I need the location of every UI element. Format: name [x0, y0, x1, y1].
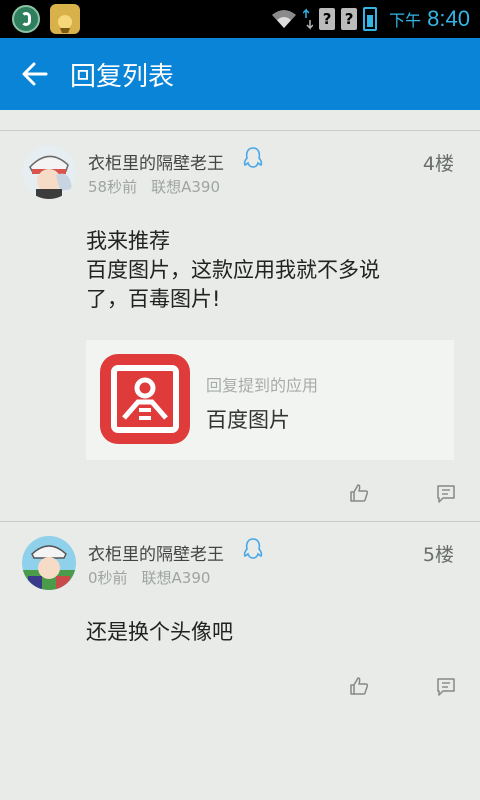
data-arrows-icon [303, 8, 314, 30]
avatar[interactable] [22, 536, 76, 590]
reply-content: 还是换个头像吧 [86, 618, 233, 647]
back-button[interactable] [0, 38, 70, 110]
reply-meta: 0秒前 联想A390 [88, 567, 210, 588]
qq-icon [243, 147, 263, 168]
comment-icon[interactable] [436, 484, 456, 504]
page-title: 回复列表 [70, 61, 175, 92]
arrow-left-icon [22, 62, 48, 86]
app-notification-icon [12, 5, 40, 33]
qq-icon [243, 538, 263, 559]
username[interactable]: 衣柜里的隔壁老王 [88, 149, 224, 174]
device-name: 联想A390 [151, 178, 220, 196]
mentioned-app-card[interactable]: 回复提到的应用 百度图片 [86, 340, 454, 460]
time-ago: 0秒前 [88, 569, 128, 587]
reply-item: 衣柜里的隔壁老王 0秒前 联想A390 5楼 还是换个头像吧 [0, 522, 480, 722]
no-sim-icon-2: ? [341, 8, 358, 30]
content-line: 还是换个头像吧 [86, 620, 233, 644]
battery-icon [363, 7, 378, 31]
clock: 8:40 [427, 6, 470, 31]
wifi-icon [272, 10, 297, 28]
reply-item: 衣柜里的隔壁老王 58秒前 联想A390 4楼 我来推荐 百度图片，这款应用我就不… [0, 131, 480, 521]
thumbs-up-icon[interactable] [349, 676, 369, 696]
comment-icon[interactable] [436, 677, 456, 697]
content-line: 了，百毒图片! [86, 287, 221, 311]
download-notification-icon [50, 4, 80, 34]
device-name: 联想A390 [141, 569, 211, 587]
no-sim-icon: ? [319, 8, 336, 30]
status-bar: ? ? 下午 8:40 [0, 0, 480, 38]
action-bar: 回复列表 [0, 38, 480, 110]
content-line: 百度图片，这款应用我就不多说 [86, 258, 380, 282]
app-card-name: 百度图片 [206, 408, 290, 432]
floor-number: 4楼 [422, 153, 454, 175]
reply-content: 我来推荐 百度图片，这款应用我就不多说 了，百毒图片! [86, 227, 380, 314]
time-period: 下午 [389, 11, 422, 30]
baidu-image-app-icon [100, 354, 190, 444]
thumbs-up-icon[interactable] [349, 483, 369, 503]
reply-meta: 58秒前 联想A390 [88, 176, 220, 197]
time-ago: 58秒前 [88, 178, 138, 196]
app-card-hint: 回复提到的应用 [206, 376, 319, 395]
username[interactable]: 衣柜里的隔壁老王 [88, 540, 224, 565]
floor-number: 5楼 [422, 544, 454, 566]
content-line: 我来推荐 [86, 229, 170, 253]
avatar[interactable] [22, 145, 76, 199]
